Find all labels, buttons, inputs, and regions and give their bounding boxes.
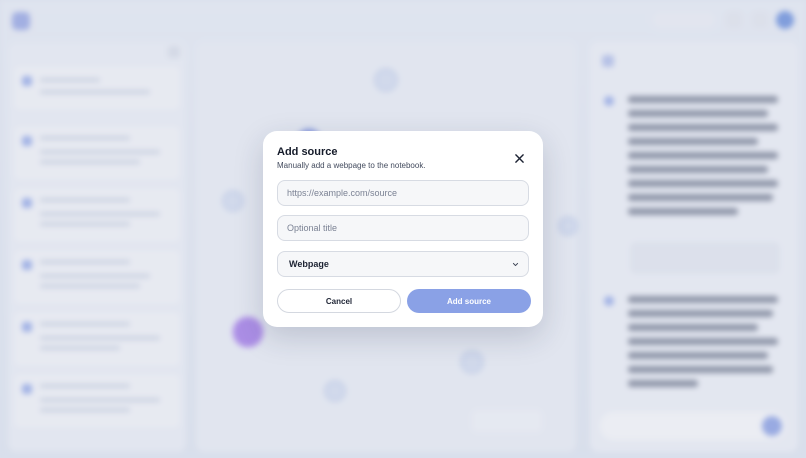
chevron-down-icon	[512, 262, 519, 266]
url-input[interactable]	[277, 180, 529, 206]
add-source-dialog: Add source Manually add a webpage to the…	[263, 131, 543, 327]
cancel-button[interactable]: Cancel	[277, 289, 401, 313]
source-type-select[interactable]: Webpage	[277, 251, 529, 277]
title-input[interactable]	[277, 215, 529, 241]
dialog-title: Add source	[277, 146, 338, 158]
source-type-value: Webpage	[289, 259, 329, 269]
add-source-button[interactable]: Add source	[407, 289, 531, 313]
close-icon	[514, 153, 524, 163]
dialog-description: Manually add a webpage to the notebook.	[277, 161, 426, 170]
close-button[interactable]	[511, 150, 527, 166]
